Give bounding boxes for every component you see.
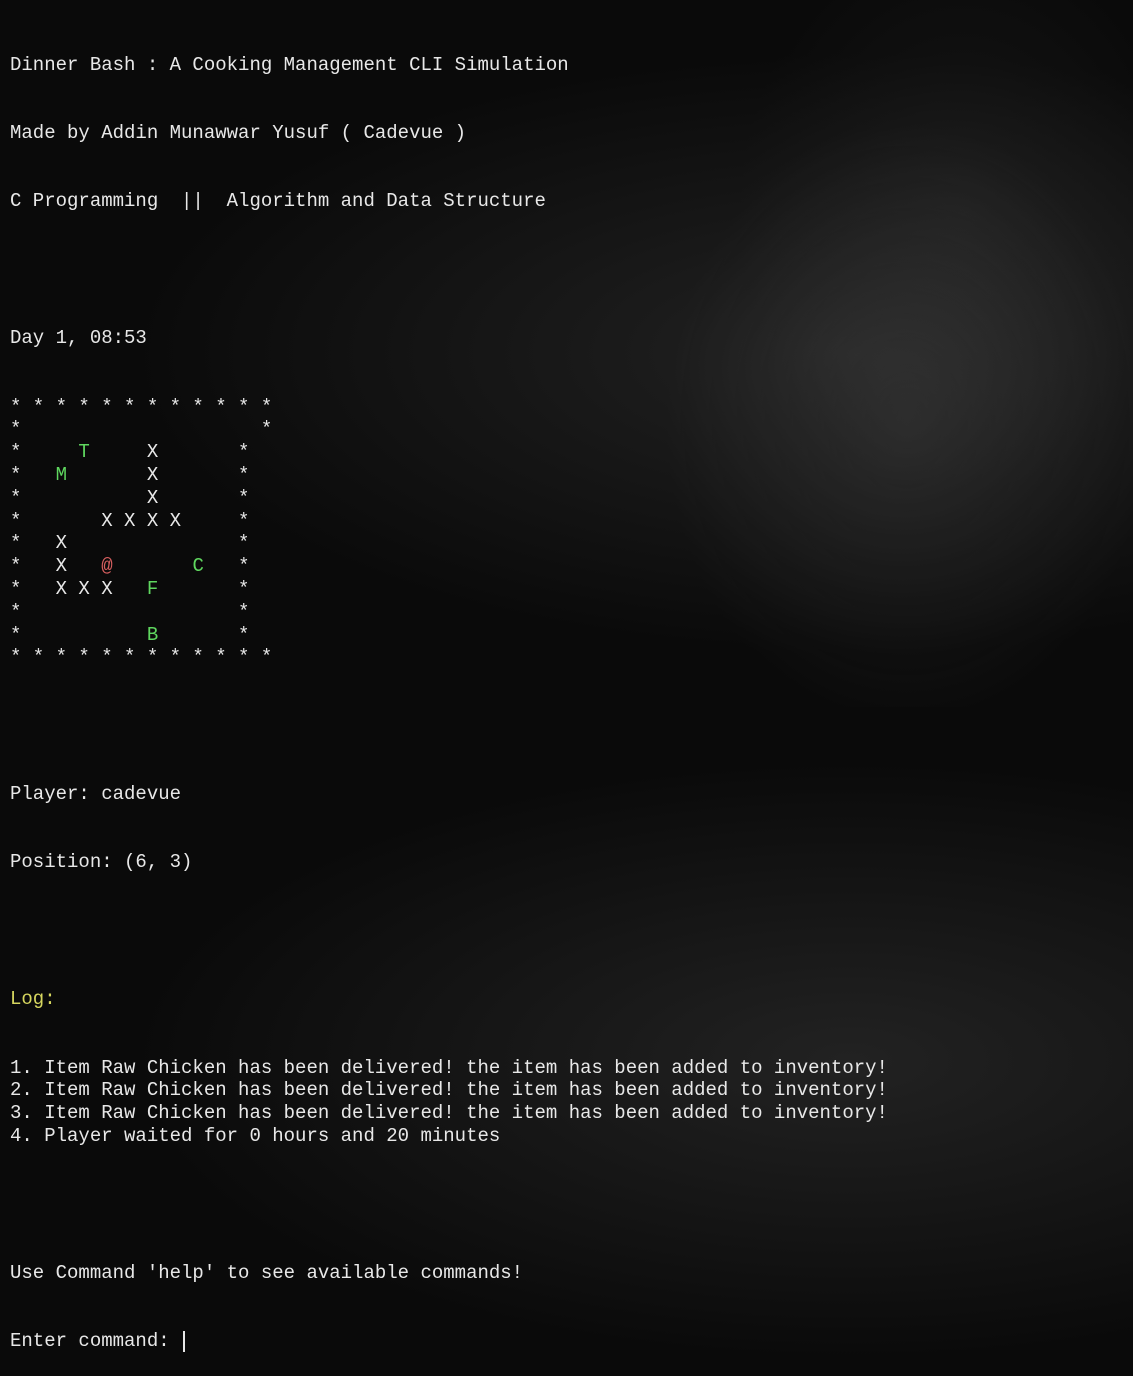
log-entry: 1. Item Raw Chicken has been delivered! … [10,1057,1123,1080]
title-line: Dinner Bash : A Cooking Management CLI S… [10,54,1123,77]
map-row: * * * * * * * * * * * * [10,396,1123,419]
map-row: * X X X F * [10,578,1123,601]
player-name: cadevue [101,783,181,805]
day-time: Day 1, 08:53 [10,327,1123,350]
map-row: * T X * [10,441,1123,464]
player-line: Player: cadevue [10,783,1123,806]
map-wall: * [10,441,78,463]
map-wall: * X X X X * [10,510,249,532]
log-entry: 2. Item Raw Chicken has been delivered! … [10,1079,1123,1102]
map-wall: * * * * * * * * * * * * [10,396,272,418]
blank-line [10,715,1123,738]
map-row: * X * [10,487,1123,510]
map-wall: * [204,555,250,577]
map-wall: * X X X [10,578,147,600]
location-marker: C [192,555,203,577]
command-prompt[interactable]: Enter command: [10,1330,1123,1353]
map-wall: X * [67,464,249,486]
map-wall: * * [10,418,272,440]
location-marker: M [56,464,67,486]
game-map: * * * * * * * * * * * ** ** T X ** M X *… [10,396,1123,670]
blank-line [10,920,1123,943]
enter-command-label: Enter command: [10,1330,181,1353]
position-value: (6, 3) [124,851,192,873]
map-row: * X * [10,532,1123,555]
player-label: Player: [10,783,101,805]
map-wall: * X * [10,487,249,509]
map-wall [113,555,193,577]
map-wall: * [10,624,147,646]
log-entry: 3. Item Raw Chicken has been delivered! … [10,1102,1123,1125]
map-row: * * * * * * * * * * * * [10,646,1123,669]
course-line: C Programming || Algorithm and Data Stru… [10,190,1123,213]
location-marker: F [147,578,158,600]
map-wall: * [158,578,249,600]
location-marker: T [78,441,89,463]
map-wall: * X * [10,532,249,554]
cursor-icon [183,1331,185,1352]
map-row: * * [10,418,1123,441]
map-row: * X @ C * [10,555,1123,578]
map-row: * X X X X * [10,510,1123,533]
map-wall: * * [10,601,249,623]
location-marker: B [147,624,158,646]
log-header: Log: [10,988,1123,1011]
blank-line [10,1193,1123,1216]
blank-line [10,259,1123,282]
player-marker: @ [101,555,112,577]
map-row: * * [10,601,1123,624]
help-text: Use Command 'help' to see available comm… [10,1262,1123,1285]
map-wall: * X [10,555,101,577]
map-wall: * [158,624,249,646]
position-line: Position: (6, 3) [10,851,1123,874]
map-row: * B * [10,624,1123,647]
map-wall: * * * * * * * * * * * * [10,646,272,668]
position-label: Position: [10,851,124,873]
terminal-output: Dinner Bash : A Cooking Management CLI S… [10,8,1123,1376]
map-wall: * [10,464,56,486]
author-line: Made by Addin Munawwar Yusuf ( Cadevue ) [10,122,1123,145]
log-entry: 4. Player waited for 0 hours and 20 minu… [10,1125,1123,1148]
log-entries: 1. Item Raw Chicken has been delivered! … [10,1057,1123,1148]
map-wall: X * [90,441,250,463]
map-row: * M X * [10,464,1123,487]
